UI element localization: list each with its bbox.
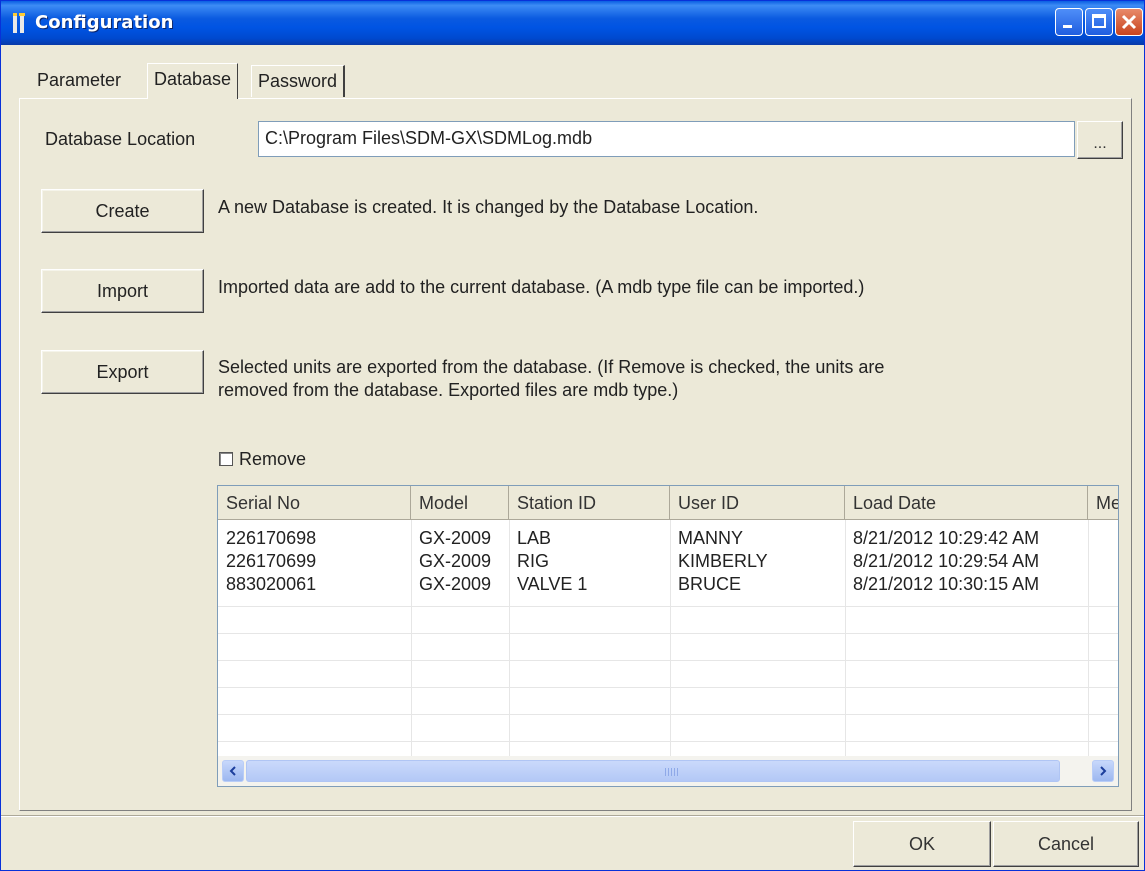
grid-divider [218,606,1118,607]
arrow-left-icon [229,766,236,776]
window-title: Configuration [35,12,174,33]
maximize-button[interactable] [1085,8,1113,36]
import-button[interactable]: Import [41,269,204,313]
column-header-serial-no[interactable]: Serial No [218,486,411,520]
close-button[interactable] [1115,8,1143,36]
ok-button[interactable]: OK [853,821,991,867]
grid-divider [218,714,1118,715]
table-cell-model[interactable]: GX-2009 [411,571,509,598]
table-cell-station-id[interactable]: VALVE 1 [509,571,670,598]
table-cell-serial-no[interactable]: 883020061 [218,571,411,598]
grid-divider [218,687,1118,688]
table-cell-load-date[interactable]: 8/21/2012 10:30:15 AM [845,571,1088,598]
grid-divider [218,741,1118,742]
horizontal-scrollbar[interactable] [218,756,1118,786]
tab-password[interactable]: Password [251,65,346,97]
column-header-load-date[interactable]: Load Date [845,486,1088,520]
grip-icon [665,768,679,776]
cancel-button[interactable]: Cancel [993,821,1139,867]
remove-checkbox[interactable] [219,452,233,466]
column-header-me[interactable]: Me [1088,486,1118,520]
column-header-model[interactable]: Model [411,486,509,520]
export-button[interactable]: Export [41,350,204,394]
export-description-line2: removed from the database. Exported file… [218,380,679,400]
scroll-thumb[interactable] [246,760,1060,782]
tab-database[interactable]: Database [147,63,239,99]
title-bar[interactable]: Configuration [1,1,1144,45]
grid-divider [218,633,1118,634]
database-location-field[interactable]: C:\Program Files\SDM-GX\SDMLog.mdb [258,121,1075,157]
close-icon [1121,14,1137,30]
maximize-icon [1092,14,1106,28]
column-header-user-id[interactable]: User ID [670,486,845,520]
minimize-icon [1063,25,1072,28]
browse-button[interactable]: ... [1077,121,1123,159]
column-header-station-id[interactable]: Station ID [509,486,670,520]
table-cell-user-id[interactable]: BRUCE [670,571,845,598]
database-location-label: Database Location [45,129,196,149]
units-table[interactable]: Serial No Model Station ID User ID Load … [217,485,1119,787]
create-description: A new Database is created. It is changed… [218,197,759,217]
scroll-right-button[interactable] [1092,760,1114,782]
minimize-button[interactable] [1055,8,1083,36]
arrow-right-icon [1100,766,1107,776]
create-button[interactable]: Create [41,189,204,233]
grid-divider [1088,520,1089,756]
grid-divider [218,660,1118,661]
import-description: Imported data are add to the current dat… [218,277,865,297]
app-icon [11,11,29,35]
scroll-left-button[interactable] [222,760,244,782]
remove-label[interactable]: Remove [239,449,306,470]
tab-parameter[interactable]: Parameter [31,65,128,97]
footer-divider [1,815,1144,817]
configuration-window: Configuration Parameter Database Passwor… [0,0,1145,871]
export-description-line1: Selected units are exported from the dat… [218,357,885,377]
